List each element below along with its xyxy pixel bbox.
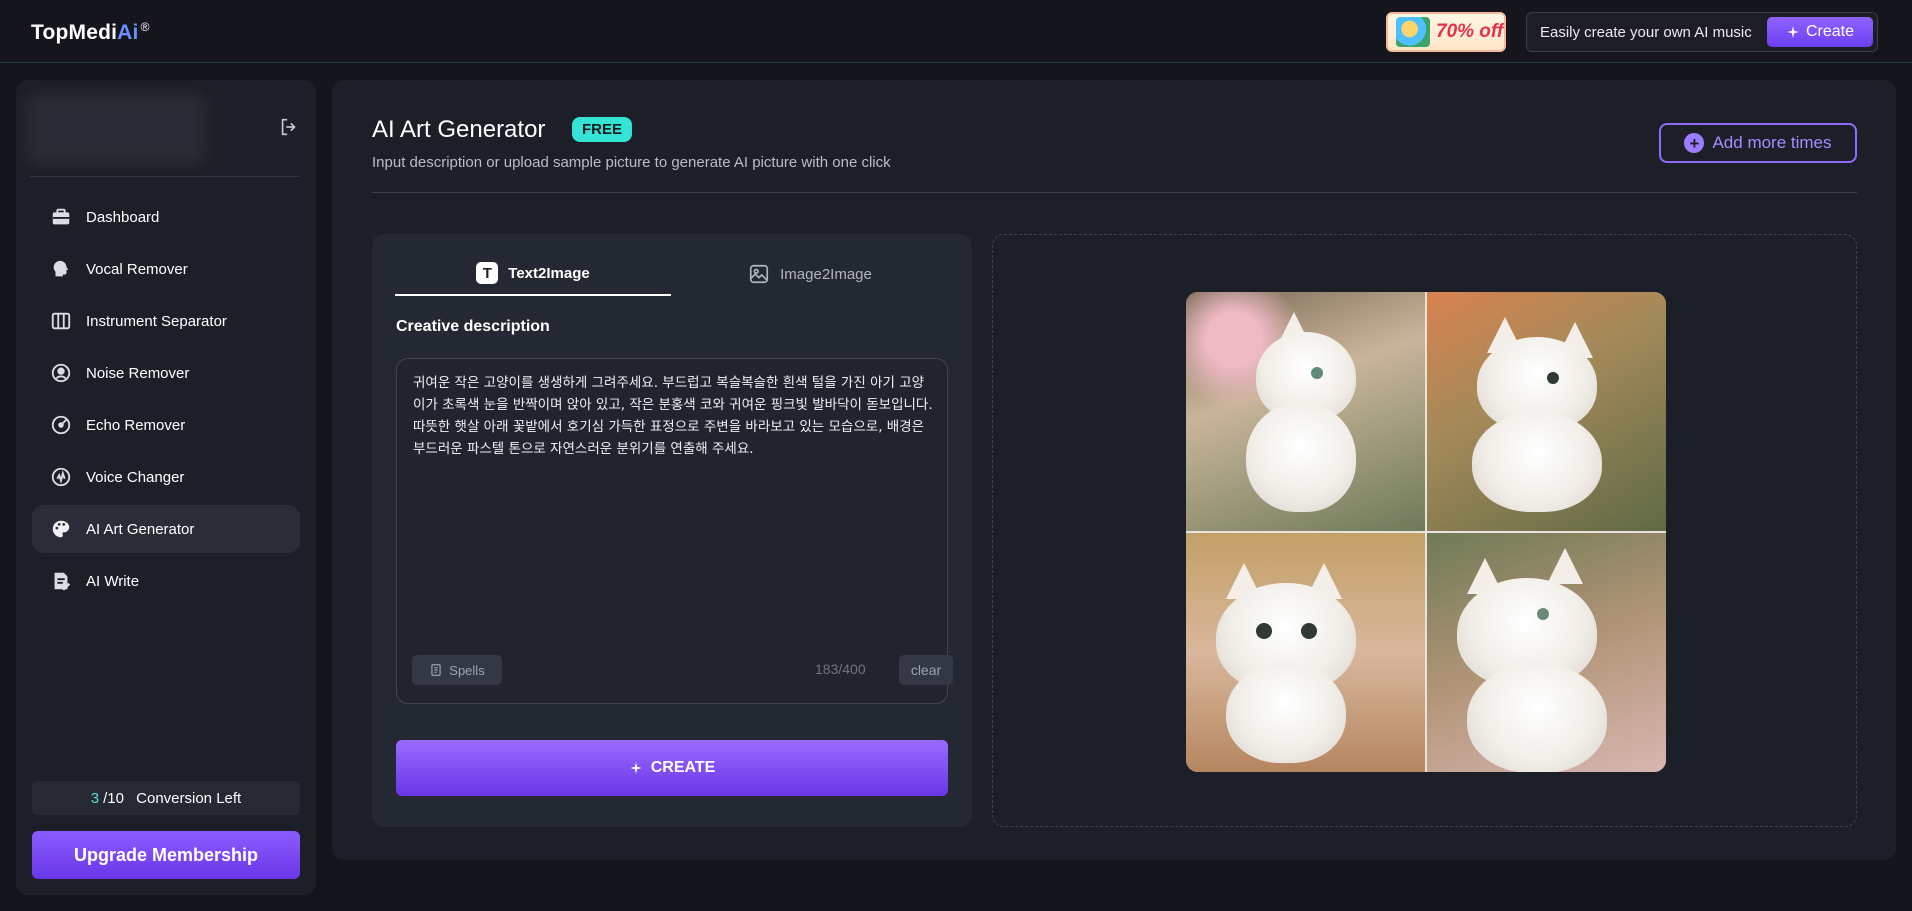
head-voice-icon [53, 260, 69, 277]
generated-image-grid[interactable] [1186, 292, 1666, 772]
sidebar-item-ai-art-generator[interactable]: AI Art Generator [32, 505, 300, 553]
promo-banner[interactable]: 70% off [1386, 12, 1506, 52]
sidebar-item-echo-remover[interactable]: Echo Remover [32, 401, 300, 449]
piano-keys-icon [51, 312, 71, 330]
sidebar: Dashboard Vocal Remover Instrument Separ… [16, 80, 316, 895]
ai-music-text: Easily create your own AI music [1540, 23, 1752, 41]
prompt-text[interactable]: 귀여운 작은 고양이를 생생하게 그려주세요. 부드럽고 복슬복슬한 흰색 털을… [413, 372, 935, 460]
user-profile-blurred[interactable] [28, 94, 204, 164]
sidebar-item-instrument-separator[interactable]: Instrument Separator [32, 297, 300, 345]
input-panel: T Text2Image Image2Image Creative descri… [372, 234, 972, 827]
create-button[interactable]: CREATE [396, 740, 948, 796]
creative-description-label: Creative description [396, 318, 550, 335]
generated-image-2[interactable] [1427, 292, 1666, 531]
promo-art-icon [1396, 17, 1430, 47]
music-create-button[interactable]: Create [1767, 17, 1873, 47]
prompt-textarea[interactable]: 귀여운 작은 고양이를 생생하게 그려주세요. 부드럽고 복슬복슬한 흰색 털을… [396, 358, 953, 704]
briefcase-icon [52, 208, 70, 225]
plus-circle-icon: + [1684, 133, 1705, 153]
sparkle-icon [629, 762, 642, 774]
generated-image-4[interactable] [1427, 533, 1666, 772]
spells-button[interactable]: Spells [412, 655, 502, 685]
echo-icon [51, 415, 71, 435]
image-icon [750, 264, 769, 284]
sparkle-icon [1787, 26, 1799, 38]
book-icon [431, 664, 441, 676]
character-counter: 183/400 [815, 661, 866, 677]
sidebar-item-ai-write[interactable]: AI Write [32, 557, 300, 605]
sidebar-item-dashboard[interactable]: Dashboard [32, 193, 300, 241]
free-badge: FREE [572, 117, 633, 142]
header-divider [372, 192, 1857, 193]
app-logo[interactable]: TopMediAi ® [31, 20, 150, 45]
page-title: AI Art Generator [372, 116, 546, 143]
page-subtitle: Input description or upload sample pictu… [372, 154, 891, 171]
tab-image2image[interactable]: Image2Image [671, 252, 949, 296]
generated-image-3[interactable] [1186, 533, 1425, 772]
noise-icon [51, 363, 71, 383]
preview-area [992, 234, 1857, 827]
palette-icon [52, 520, 70, 538]
main-content: AI Art Generator FREE Input description … [332, 80, 1896, 860]
tab-text2image[interactable]: T Text2Image [395, 252, 671, 296]
promo-text: 70% off [1436, 21, 1504, 42]
logout-icon[interactable] [278, 116, 300, 138]
generated-image-1[interactable] [1186, 292, 1425, 531]
conversion-counter: 3/10 Conversion Left [32, 781, 300, 815]
text-icon: T [476, 262, 499, 284]
add-more-times-button[interactable]: + Add more times [1659, 123, 1857, 163]
voice-changer-icon [51, 467, 71, 487]
upgrade-membership-button[interactable]: Upgrade Membership [32, 831, 300, 879]
sidebar-item-vocal-remover[interactable]: Vocal Remover [32, 245, 300, 293]
sidebar-item-noise-remover[interactable]: Noise Remover [32, 349, 300, 397]
sidebar-item-voice-changer[interactable]: Voice Changer [32, 453, 300, 501]
write-icon [54, 572, 71, 591]
sidebar-divider [30, 176, 300, 177]
clear-button[interactable]: clear [899, 655, 953, 685]
top-bar: TopMediAi ® 70% off Easily create your ow… [0, 0, 1912, 63]
ai-music-promo: Easily create your own AI music Create [1526, 12, 1878, 52]
